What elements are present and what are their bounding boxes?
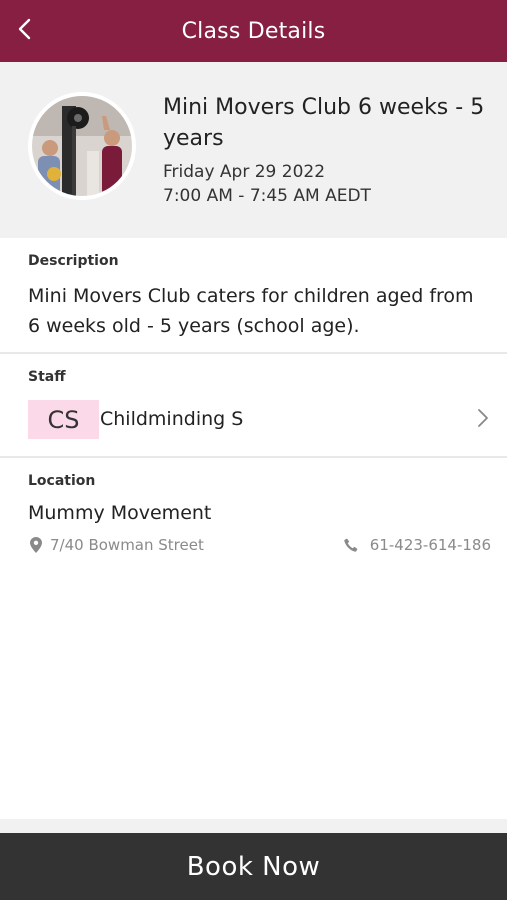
class-name: Mini Movers Club 6 weeks - 5 years <box>163 95 485 151</box>
chevron-right-icon <box>478 409 488 427</box>
phone-text: 61-423-614-186 <box>369 536 491 554</box>
footer-spacer <box>0 819 507 833</box>
description-label: Description <box>28 253 119 269</box>
class-summary: Mini Movers Club 6 weeks - 5 years Frida… <box>0 62 507 238</box>
map-pin-icon <box>30 537 42 553</box>
phone-icon <box>344 538 358 552</box>
page-title: Class Details <box>181 18 326 44</box>
address-text: 7/40 Bowman Street <box>50 536 204 554</box>
class-date: Friday Apr 29 2022 <box>163 162 326 182</box>
staff-initials-avatar: CS <box>28 400 99 439</box>
description-text: Mini Movers Club caters for children age… <box>28 285 474 337</box>
chevron-left-icon <box>18 18 31 40</box>
location-phone[interactable]: 61-423-614-186 <box>344 536 491 554</box>
divider <box>0 352 507 354</box>
class-avatar <box>28 92 136 200</box>
divider <box>0 456 507 458</box>
staff-row[interactable]: CS Childminding S <box>0 398 507 442</box>
class-time: 7:00 AM - 7:45 AM AEDT <box>163 186 371 206</box>
staff-name: Childminding S <box>100 408 244 430</box>
location-label: Location <box>28 473 96 489</box>
top-app-bar: Class Details <box>0 0 507 62</box>
book-now-button[interactable]: Book Now <box>0 833 507 900</box>
location-address[interactable]: 7/40 Bowman Street <box>30 536 204 554</box>
staff-label: Staff <box>28 369 66 385</box>
class-photo <box>32 96 132 196</box>
location-name: Mummy Movement <box>28 502 212 524</box>
back-button[interactable] <box>10 12 38 46</box>
